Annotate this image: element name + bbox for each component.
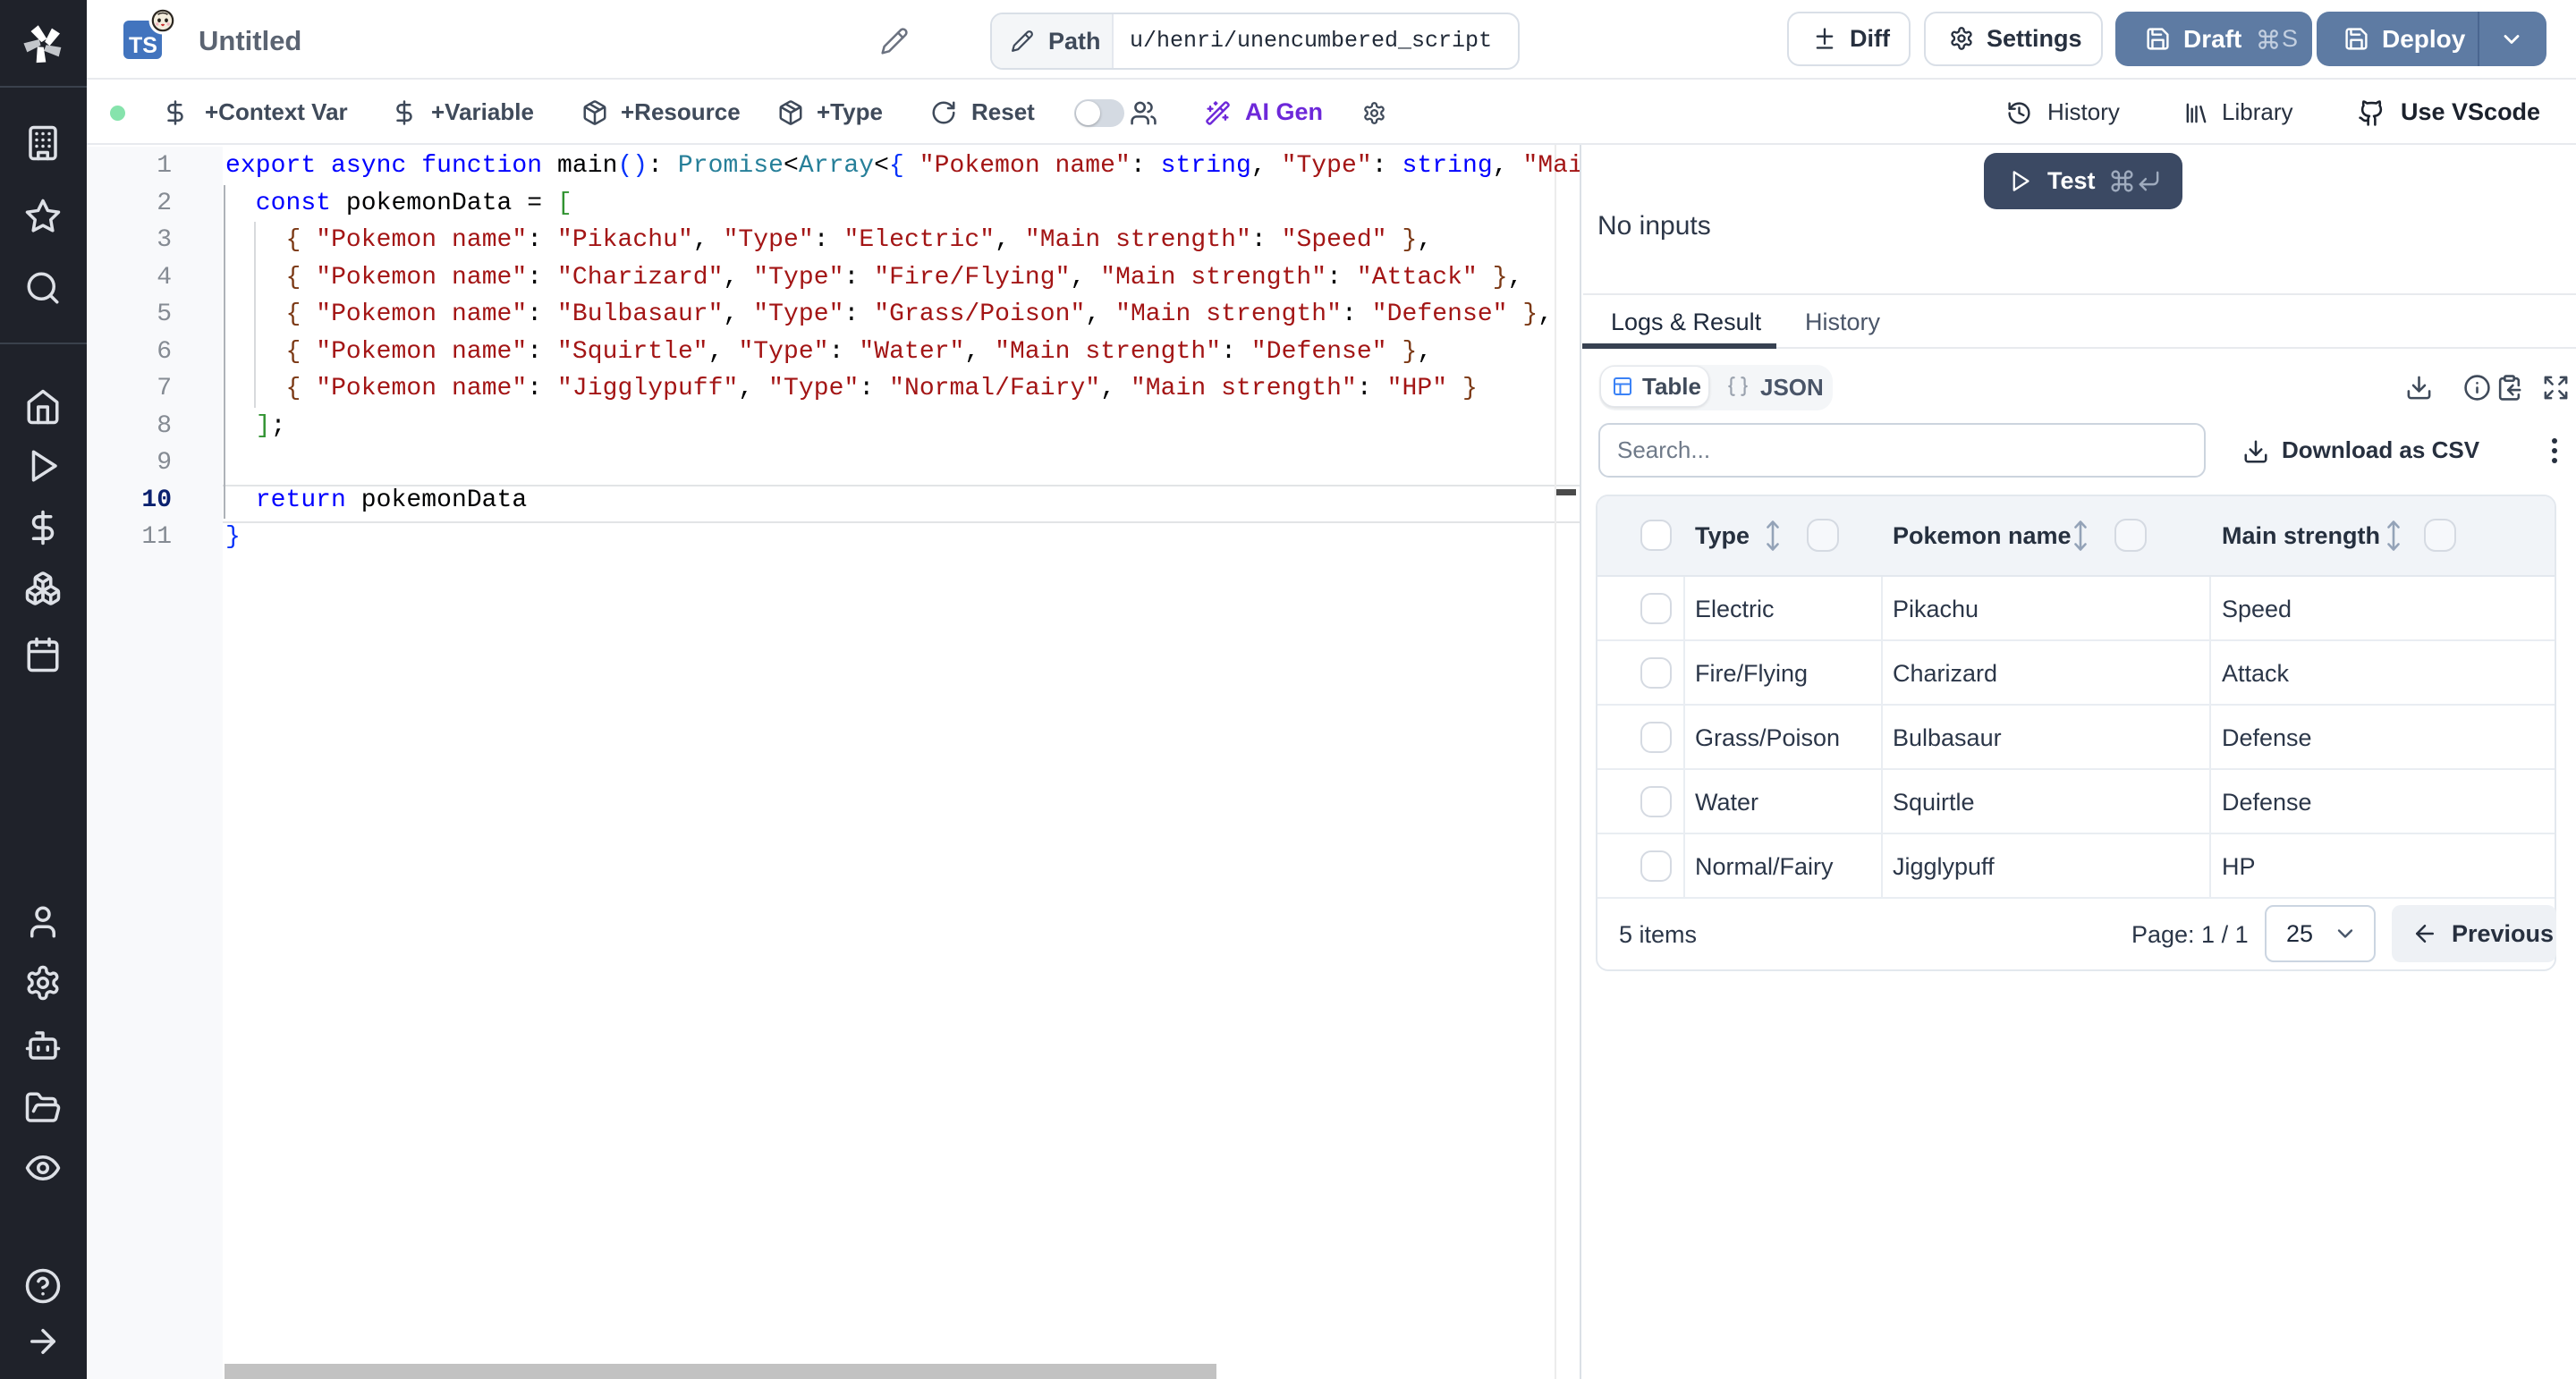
svg-text:TS: TS	[129, 33, 157, 58]
